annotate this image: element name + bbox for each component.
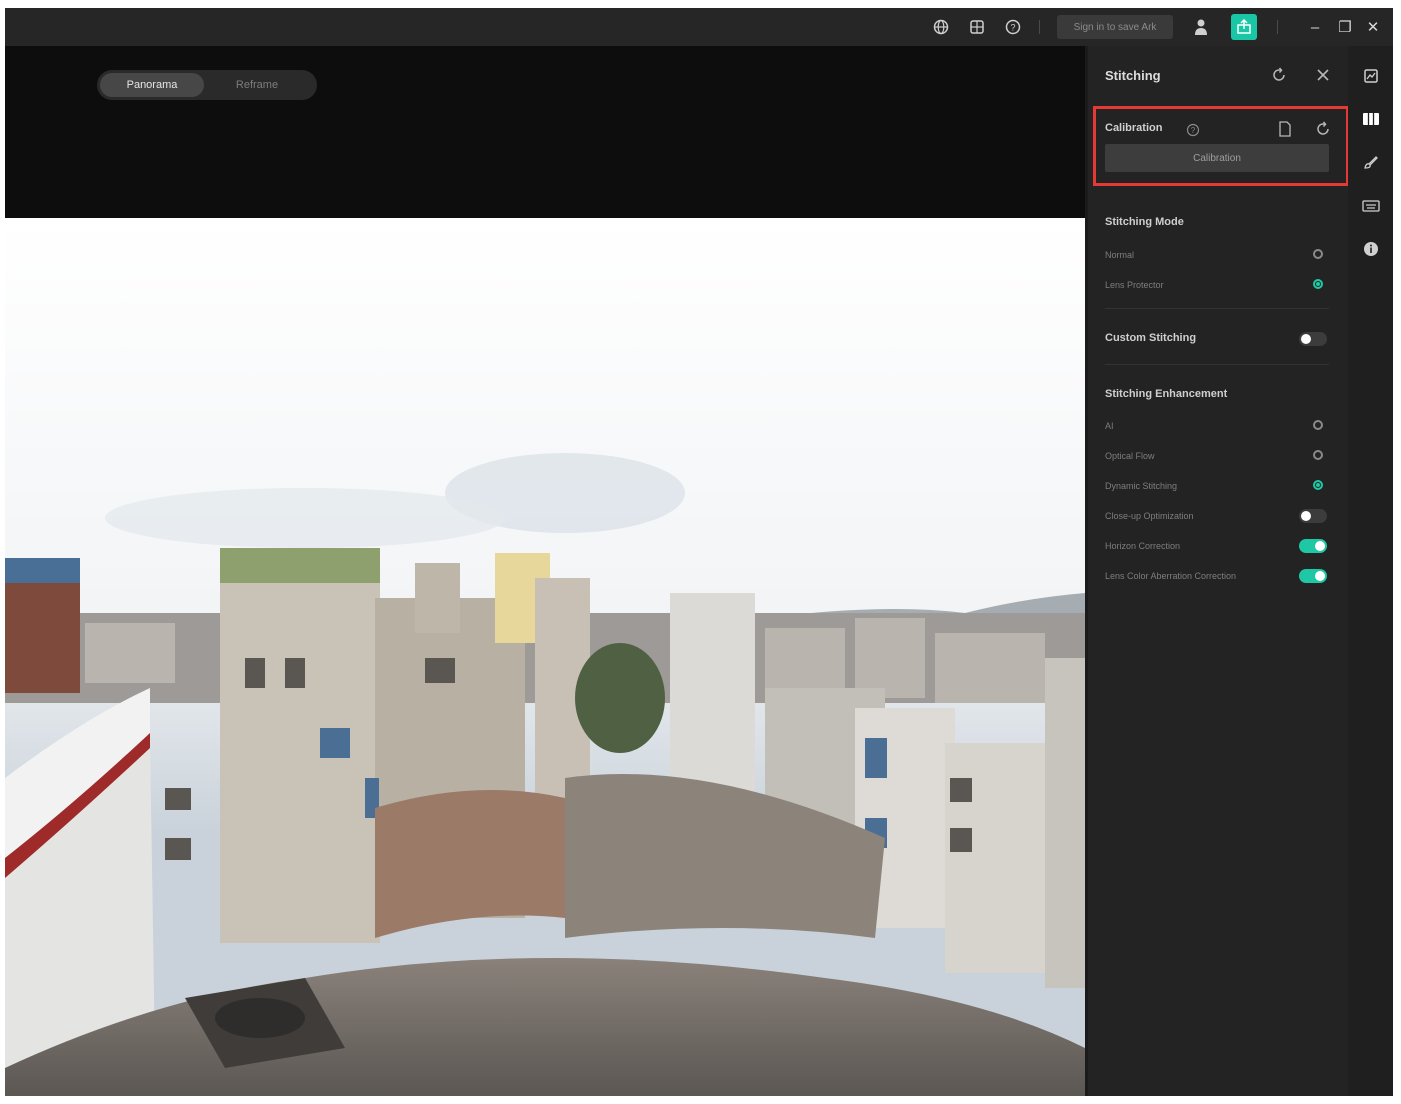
minimize-button[interactable]: –	[1305, 17, 1325, 37]
enh-optical-flow-radio[interactable]	[1313, 450, 1323, 460]
divider	[1105, 364, 1329, 365]
toolbar-separator	[1277, 20, 1278, 34]
svg-text:?: ?	[1191, 126, 1196, 135]
view-mode-switch: Panorama Reframe	[97, 70, 317, 100]
right-toolbar	[1348, 46, 1393, 1096]
sign-in-button[interactable]: Sign in to save Ark	[1057, 15, 1173, 39]
svg-text:?: ?	[1010, 23, 1015, 33]
toggle-knob	[1315, 541, 1325, 551]
reset-icon[interactable]	[1268, 64, 1290, 86]
toolbar-separator	[1039, 20, 1040, 34]
toggle-knob	[1301, 334, 1311, 344]
calibration-label: Calibration	[1105, 122, 1163, 134]
stitching-enhancement-title: Stitching Enhancement	[1105, 388, 1228, 400]
toggle-knob	[1301, 511, 1311, 521]
panorama-preview-image[interactable]	[5, 218, 1085, 1096]
enh-dynamic-stitching-label: Dynamic Stitching	[1105, 481, 1178, 491]
user-icon[interactable]	[1191, 17, 1211, 37]
calibration-button[interactable]: Calibration	[1105, 144, 1329, 172]
toggle-knob	[1315, 571, 1325, 581]
reset-calibration-icon[interactable]	[1312, 118, 1334, 140]
stitching-mode-title: Stitching Mode	[1105, 216, 1184, 228]
globe-icon[interactable]	[931, 17, 951, 37]
custom-stitching-label: Custom Stitching	[1105, 332, 1197, 344]
stitching-icon[interactable]	[1361, 109, 1381, 129]
divider	[1105, 308, 1329, 309]
mode-normal-label: Normal	[1105, 250, 1135, 260]
close-up-optimization-toggle[interactable]	[1299, 509, 1327, 523]
title-bar: ? Sign in to save Ark – ❐ ✕	[5, 8, 1393, 46]
export-icon	[1237, 19, 1251, 34]
enh-ai-radio[interactable]	[1313, 420, 1323, 430]
mode-lens-protector-radio[interactable]	[1313, 279, 1323, 289]
info-icon[interactable]: ?	[1182, 119, 1204, 141]
lens-color-aberration-toggle[interactable]	[1299, 569, 1327, 583]
app-window: ? Sign in to save Ark – ❐ ✕ Panorama Ref…	[5, 8, 1393, 1096]
custom-stitching-toggle[interactable]	[1299, 332, 1327, 346]
image-adjust-icon[interactable]	[1361, 66, 1381, 86]
brush-icon[interactable]	[1361, 152, 1381, 172]
horizon-correction-label: Horizon Correction	[1105, 541, 1181, 551]
mode-lens-protector-label: Lens Protector	[1105, 280, 1164, 290]
tab-panorama[interactable]: Panorama	[100, 73, 204, 97]
file-icon[interactable]	[1274, 118, 1296, 140]
close-up-optimization-label: Close-up Optimization	[1105, 511, 1194, 521]
grid-icon[interactable]	[967, 17, 987, 37]
mode-normal-radio[interactable]	[1313, 249, 1323, 259]
restore-button[interactable]: ❐	[1335, 17, 1355, 37]
keyboard-icon[interactable]	[1361, 196, 1381, 216]
preview-area: Panorama Reframe	[5, 46, 1085, 1096]
tab-reframe[interactable]: Reframe	[204, 73, 310, 97]
enh-dynamic-stitching-radio[interactable]	[1313, 480, 1323, 490]
lens-color-aberration-label: Lens Color Aberration Correction	[1105, 571, 1237, 581]
close-icon[interactable]	[1312, 64, 1334, 86]
help-icon[interactable]: ?	[1003, 17, 1023, 37]
info-circle-icon[interactable]	[1361, 239, 1381, 259]
enh-optical-flow-label: Optical Flow	[1105, 451, 1155, 461]
close-window-button[interactable]: ✕	[1363, 17, 1383, 37]
horizon-correction-toggle[interactable]	[1299, 539, 1327, 553]
panel-title: Stitching	[1105, 68, 1161, 83]
stitching-panel: Stitching Calibration ? Calibration Stit…	[1088, 46, 1349, 1096]
enh-ai-label: AI	[1105, 421, 1114, 431]
export-button[interactable]	[1231, 14, 1257, 40]
